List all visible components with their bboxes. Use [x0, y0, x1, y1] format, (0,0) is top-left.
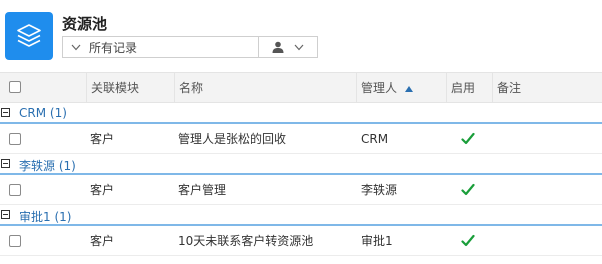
app-logo — [5, 12, 53, 60]
collapse-toggle-icon[interactable] — [1, 108, 10, 117]
collapse-toggle-icon[interactable] — [1, 159, 10, 168]
collapse-toggle-icon[interactable] — [1, 210, 10, 219]
row-checkbox[interactable] — [9, 133, 21, 145]
group-header[interactable]: CRM (1) — [0, 103, 602, 124]
column-header-notes[interactable]: 备注 — [492, 73, 602, 103]
cell-module: 客户 — [90, 183, 115, 197]
row-checkbox[interactable] — [9, 184, 21, 196]
owner-filter-button[interactable] — [258, 36, 318, 58]
cell-module: 客户 — [90, 132, 115, 146]
group-header[interactable]: 审批1 (1) — [0, 205, 602, 226]
layers-icon — [17, 24, 41, 47]
cell-module: 客户 — [90, 234, 115, 248]
sort-asc-icon — [404, 86, 413, 92]
cell-manager: 审批1 — [361, 234, 393, 248]
user-icon — [272, 41, 284, 53]
grid-header: 关联模块 名称 管理人 启用 备注 — [0, 72, 602, 103]
chevron-down-icon — [63, 44, 89, 51]
table-row[interactable]: 客户 10天未联系客户转资源池 审批1 — [0, 226, 602, 256]
checkmark-icon — [461, 132, 475, 145]
group-header[interactable]: 李轶源 (1) — [0, 154, 602, 175]
column-header-module[interactable]: 关联模块 — [86, 73, 174, 103]
resource-pool-grid: 关联模块 名称 管理人 启用 备注 CRM (1) 客户 管理人是张松的回收 C… — [0, 72, 602, 256]
cell-name[interactable]: 客户管理 — [178, 175, 226, 205]
page-title: 资源池 — [62, 15, 108, 33]
group-title: CRM (1) — [19, 106, 67, 120]
cell-name[interactable]: 管理人是张松的回收 — [178, 124, 286, 154]
view-filter-value: 所有记录 — [89, 40, 138, 55]
cell-name[interactable]: 10天未联系客户转资源池 — [178, 226, 313, 256]
cell-manager: CRM — [361, 132, 389, 146]
column-header-name[interactable]: 名称 — [174, 73, 356, 103]
view-filter-select[interactable]: 所有记录 — [62, 36, 259, 58]
checkmark-icon — [461, 234, 475, 247]
select-all-checkbox[interactable] — [9, 81, 21, 93]
column-header-manager[interactable]: 管理人 — [356, 73, 446, 103]
column-header-enabled[interactable]: 启用 — [446, 73, 492, 103]
group-title: 审批1 (1) — [19, 210, 72, 224]
group-title: 李轶源 (1) — [19, 159, 76, 173]
row-checkbox[interactable] — [9, 235, 21, 247]
column-header-manager-label: 管理人 — [361, 81, 398, 95]
checkmark-icon — [461, 183, 475, 196]
table-row[interactable]: 客户 客户管理 李轶源 — [0, 175, 602, 205]
chevron-down-icon — [294, 44, 304, 50]
table-row[interactable]: 客户 管理人是张松的回收 CRM — [0, 124, 602, 154]
cell-manager: 李轶源 — [361, 183, 398, 197]
